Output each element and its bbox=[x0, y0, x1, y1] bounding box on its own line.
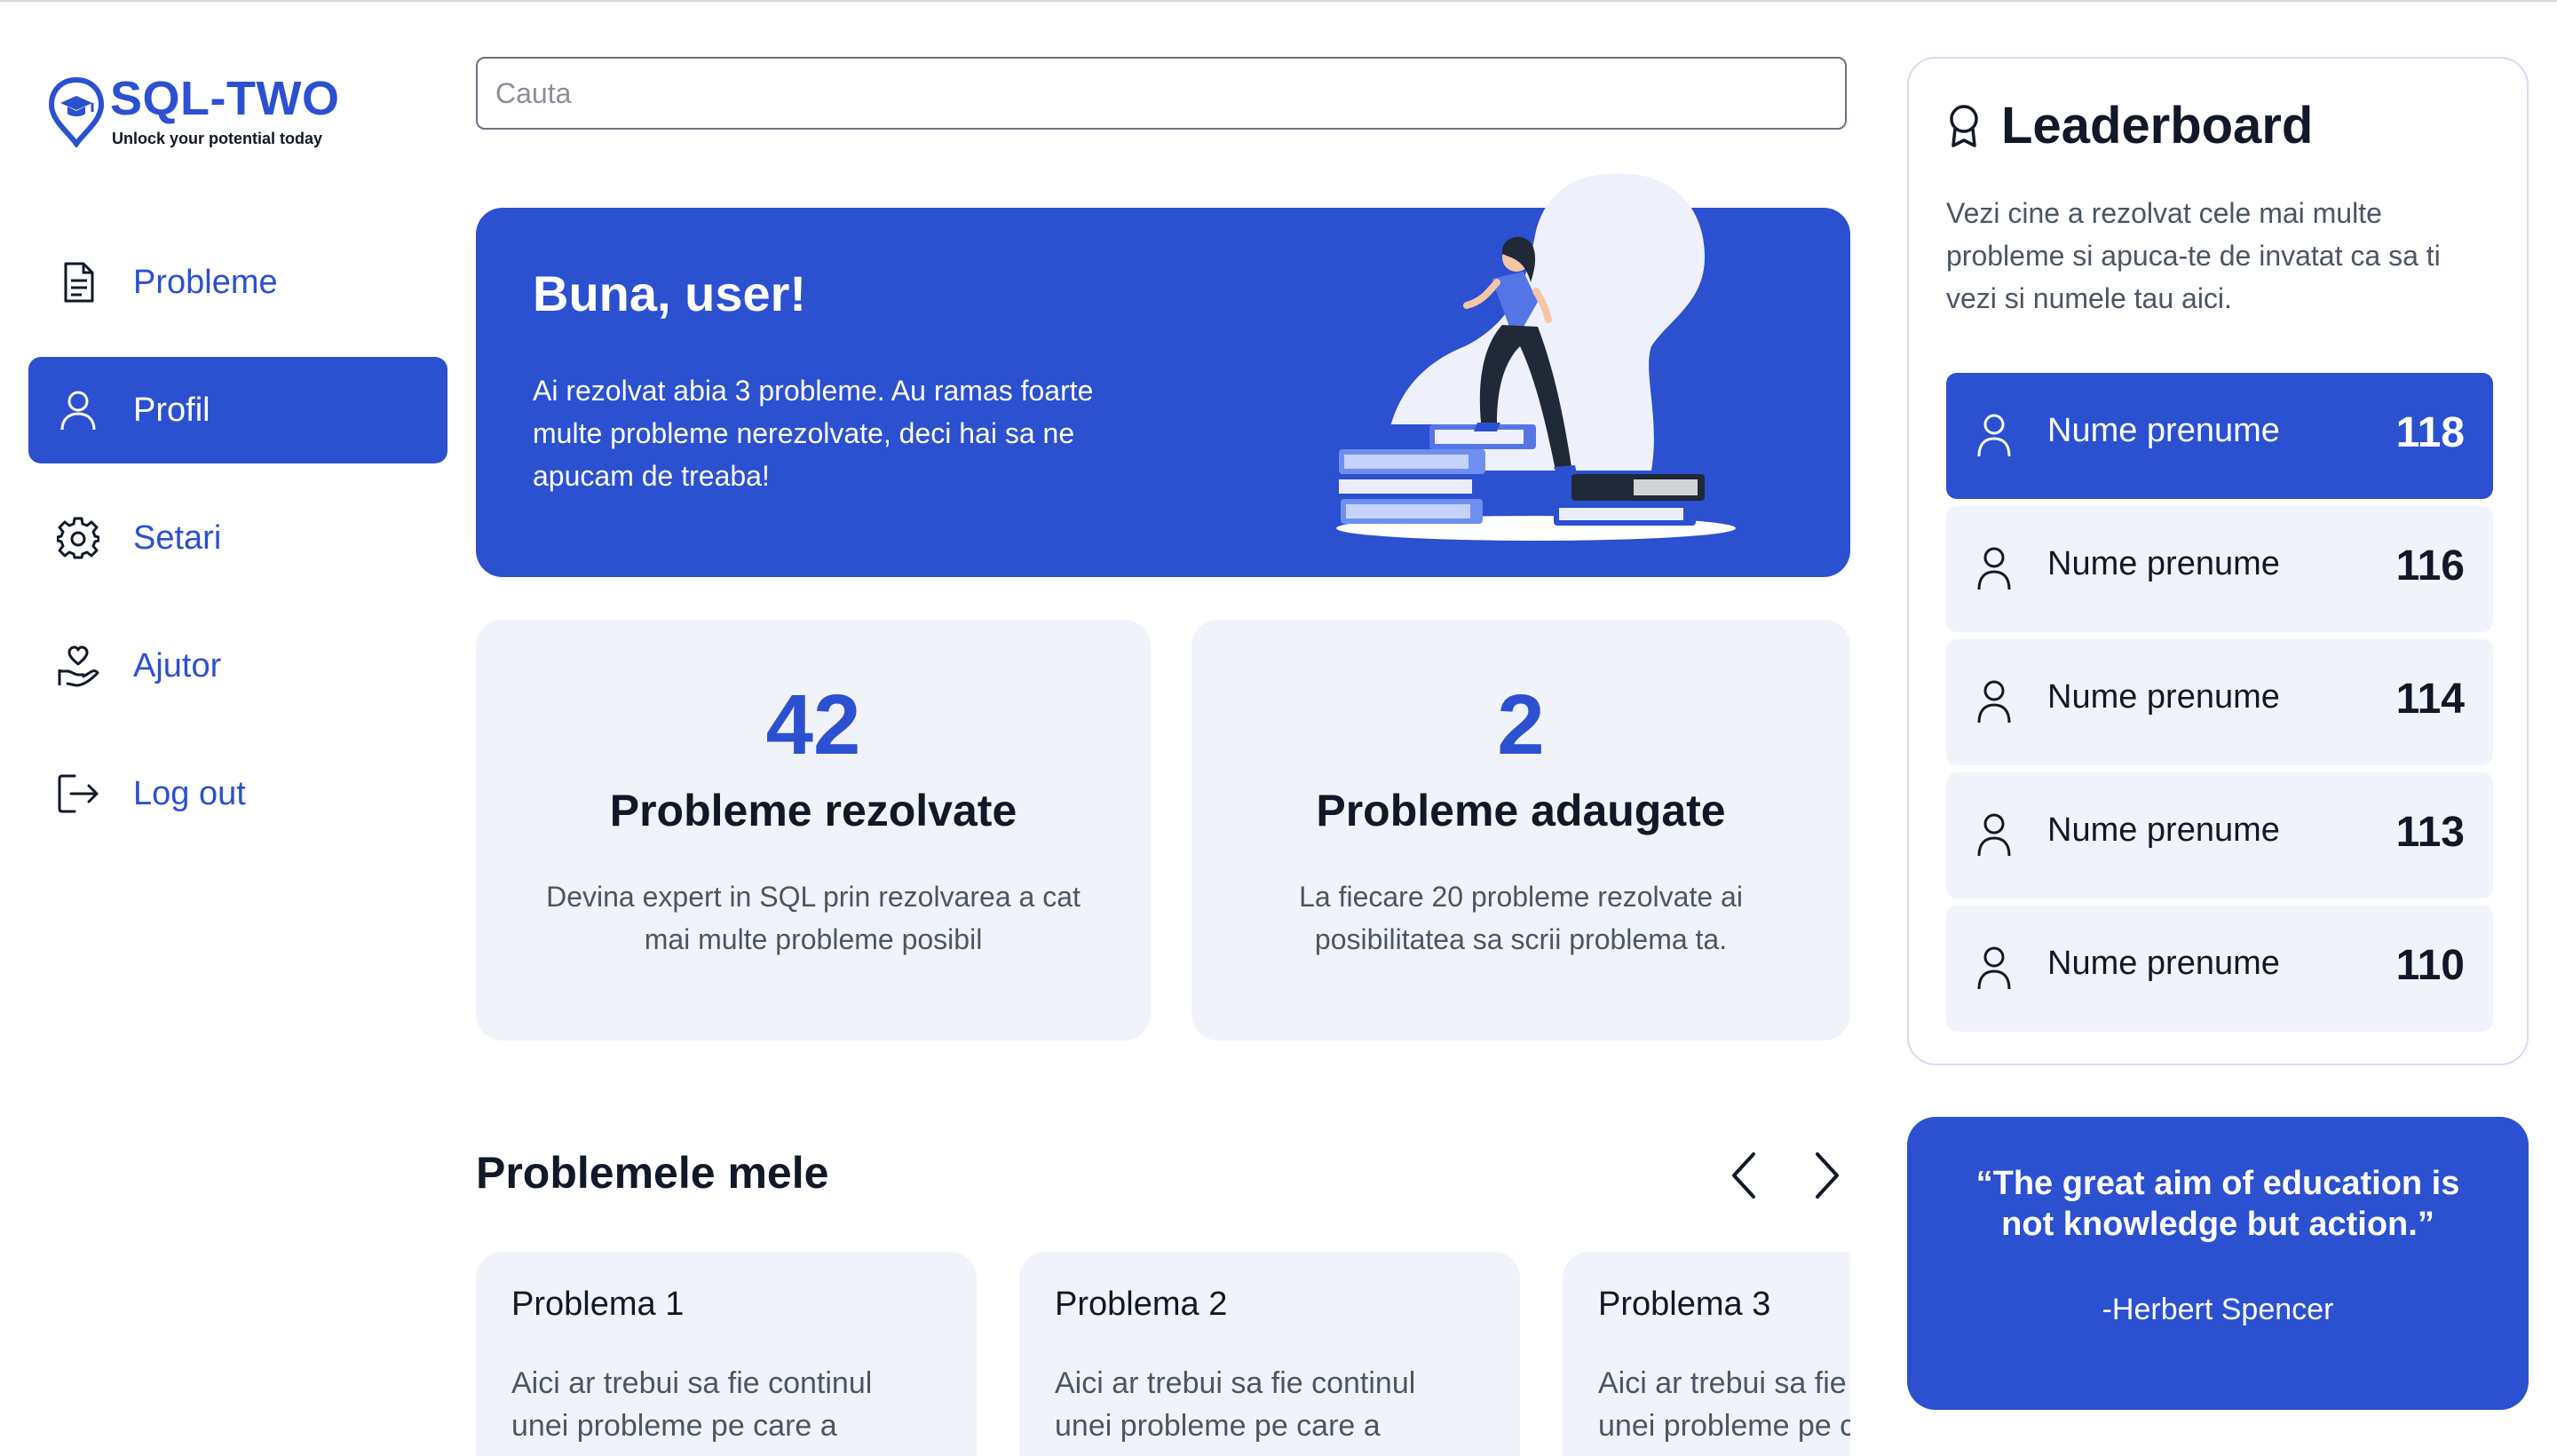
leaderboard-name: Nume prenume bbox=[2047, 545, 2280, 582]
leaderboard-name: Nume prenume bbox=[2047, 811, 2280, 849]
leaderboard-row[interactable]: Nume prenume 118 bbox=[1946, 373, 2493, 499]
problem-title: Problema 1 bbox=[511, 1286, 685, 1323]
user-icon bbox=[1977, 946, 2011, 990]
stat-title: Probleme adaugate bbox=[1316, 786, 1726, 835]
leaderboard-row[interactable]: Nume prenume 110 bbox=[1946, 906, 2493, 1032]
stat-value: 42 bbox=[765, 677, 861, 772]
stat-description: Devina expert in SQL prin rezolvarea a c… bbox=[546, 881, 1081, 955]
quote-text: “The great aim of education is not knowl… bbox=[1975, 1165, 2460, 1243]
quote-card: “The great aim of education is not knowl… bbox=[1907, 1117, 2529, 1410]
user-icon bbox=[1977, 680, 2011, 724]
graduation-pin-icon bbox=[48, 76, 105, 147]
leaderboard-header: Leaderboard bbox=[1946, 96, 2313, 155]
sidebar-item-label: Probleme bbox=[133, 263, 278, 301]
problem-title: Problema 3 bbox=[1598, 1286, 1771, 1323]
problem-description: Aici ar trebui sa fie continulunei probl… bbox=[511, 1366, 873, 1443]
quote-author: -Herbert Spencer bbox=[2102, 1293, 2334, 1326]
welcome-text: Ai rezolvat abia 3 probleme. Au ramas fo… bbox=[533, 375, 1094, 492]
stat-description: La fiecare 20 probleme rezolvate ai posi… bbox=[1299, 881, 1743, 955]
sidebar-item-label: Log out bbox=[133, 774, 246, 812]
leaderboard-score: 110 bbox=[2395, 942, 2465, 989]
leaderboard-row[interactable]: Nume prenume 114 bbox=[1946, 639, 2493, 765]
leaderboard-name: Nume prenume bbox=[2047, 678, 2280, 716]
woman-on-books-illustration bbox=[1334, 173, 1736, 541]
leaderboard-description: Vezi cine a rezolvat cele mai multe prob… bbox=[1946, 197, 2441, 314]
problem-description: Aici ar trebui sa fie continulunei probl… bbox=[1598, 1366, 1850, 1443]
problem-title: Problema 2 bbox=[1055, 1286, 1228, 1323]
problem-card[interactable]: Problema 3 Aici ar trebui sa fie continu… bbox=[1563, 1252, 1850, 1456]
user-icon bbox=[1977, 547, 2011, 590]
my-problems-title: Problemele mele bbox=[476, 1148, 829, 1198]
brand-name: SQL-TWO bbox=[110, 72, 340, 125]
top-border bbox=[0, 0, 2557, 2]
leaderboard-name: Nume prenume bbox=[2047, 412, 2280, 449]
leaderboard-row[interactable]: Nume prenume 113 bbox=[1946, 772, 2493, 898]
stat-card-added: 2 Probleme adaugate La fiecare 20 proble… bbox=[1191, 620, 1850, 1041]
previous-button[interactable] bbox=[1717, 1143, 1770, 1207]
leaderboard-name: Nume prenume bbox=[2047, 945, 2280, 982]
sidebar-item-ajutor[interactable]: Ajutor bbox=[28, 613, 447, 719]
welcome-title: Buna, user! bbox=[533, 265, 807, 321]
leaderboard-score: 116 bbox=[2395, 542, 2465, 590]
stat-card-solved: 42 Probleme rezolvate Devina expert in S… bbox=[476, 620, 1151, 1041]
user-icon bbox=[1977, 813, 2011, 857]
leaderboard-score: 118 bbox=[2395, 409, 2465, 456]
leaderboard-row[interactable]: Nume prenume 116 bbox=[1946, 506, 2493, 632]
sidebar-item-setari[interactable]: Setari bbox=[28, 485, 447, 591]
helping-hand-icon bbox=[57, 645, 99, 687]
award-icon bbox=[1950, 104, 1978, 147]
user-icon bbox=[1977, 414, 2011, 457]
sidebar-item-label: Profil bbox=[133, 391, 210, 429]
leaderboard-title: Leaderboard bbox=[2001, 97, 2314, 154]
document-icon bbox=[57, 261, 99, 304]
problem-card[interactable]: Problema 2 Aici ar trebui sa fie continu… bbox=[1019, 1252, 1520, 1456]
leaderboard-score: 113 bbox=[2395, 809, 2465, 856]
search-input[interactable] bbox=[476, 57, 1847, 130]
problem-description: Aici ar trebui sa fie continulunei probl… bbox=[1055, 1366, 1416, 1443]
stat-value: 2 bbox=[1497, 677, 1545, 772]
chevron-right-icon bbox=[1816, 1152, 1839, 1199]
sidebar-item-profil[interactable]: Profil bbox=[28, 357, 447, 463]
problem-card[interactable]: Problema 1 Aici ar trebui sa fie continu… bbox=[476, 1252, 977, 1456]
gear-icon bbox=[57, 517, 99, 559]
sidebar-item-logout[interactable]: Log out bbox=[28, 740, 447, 847]
logout-icon bbox=[57, 772, 99, 815]
sidebar-item-label: Setari bbox=[133, 518, 222, 557]
brand-tagline: Unlock your potential today bbox=[112, 130, 323, 147]
leaderboard-score: 114 bbox=[2395, 676, 2465, 723]
next-button[interactable] bbox=[1801, 1143, 1854, 1207]
sidebar-item-label: Ajutor bbox=[133, 646, 222, 684]
chevron-left-icon bbox=[1732, 1152, 1755, 1199]
leaderboard-panel: Leaderboard Vezi cine a rezolvat cele ma… bbox=[1907, 57, 2529, 1065]
user-icon bbox=[57, 389, 99, 431]
sidebar-item-probleme[interactable]: Probleme bbox=[28, 229, 447, 336]
problems-carousel: Problema 1 Aici ar trebui sa fie continu… bbox=[476, 1252, 1850, 1456]
stat-title: Probleme rezolvate bbox=[609, 786, 1017, 835]
